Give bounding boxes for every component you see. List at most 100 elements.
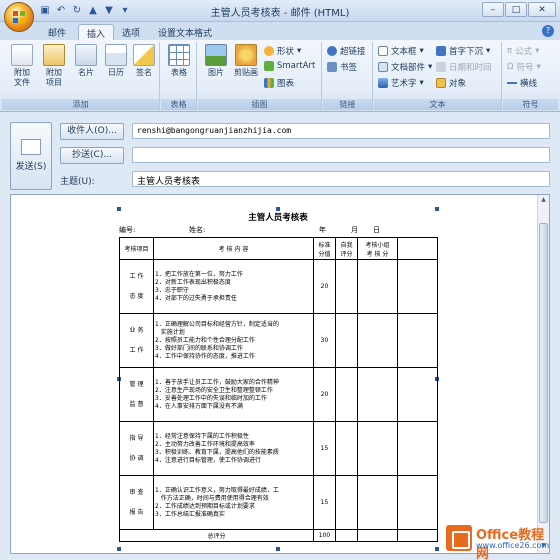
row-self-score[interactable]	[335, 313, 358, 368]
row-category: 管 理 监 督	[119, 367, 154, 422]
smartart-icon	[264, 61, 274, 71]
subject-field[interactable]: 主管人员考核表	[132, 171, 550, 187]
date-time-button[interactable]: 日期和时间	[436, 61, 492, 73]
business-card-button[interactable]: 名片	[70, 44, 102, 78]
horizontal-line-button[interactable]: 横线	[507, 77, 537, 89]
row-group-score[interactable]	[357, 421, 398, 476]
subject-label: 主题(U):	[60, 177, 95, 187]
row-blank	[397, 475, 438, 530]
business-card-icon	[75, 44, 97, 66]
equation-button[interactable]: π 公式 ▾	[507, 45, 539, 57]
symbol-button[interactable]: Ω 符号 ▾	[507, 61, 541, 73]
office-button[interactable]	[4, 2, 34, 32]
object-icon	[436, 78, 446, 88]
total-group-score[interactable]	[357, 529, 398, 542]
send-button[interactable]: 发送(S)	[10, 122, 52, 190]
table-row: 指 导 协 调 1．经常注意保持下属的工作积极性 2．主动努力改善工作环境和提高…	[119, 421, 438, 476]
row-group-score[interactable]	[357, 313, 398, 368]
message-body[interactable]: ▲ ▼ 主管人员考核表 编号: 姓名: 年 月 日 考核项目 考 核 内 容 标…	[10, 194, 550, 554]
group-links: 超链接 书签 链接	[323, 42, 373, 110]
group-symbols: π 公式 ▾ Ω 符号 ▾ 横线 符号	[503, 42, 558, 110]
group-text: 文本框 ▾ 文档部件 ▾ 艺术字 ▾ 首字下沉 ▾ 日期和时间 对象 文本	[374, 42, 502, 110]
chart-button[interactable]: 图表	[264, 77, 294, 89]
scroll-up-icon[interactable]: ▲	[539, 196, 548, 206]
to-button[interactable]: 收件人(O)...	[60, 123, 124, 140]
row-self-score[interactable]	[335, 259, 358, 314]
signature-button[interactable]: 签名	[128, 44, 160, 78]
header-self-score: 自我 评分	[335, 237, 358, 260]
tab-options[interactable]: 选项	[114, 24, 148, 40]
drop-cap-button[interactable]: 首字下沉 ▾	[436, 45, 490, 57]
minimize-button[interactable]: –	[482, 2, 504, 17]
row-group-score[interactable]	[357, 259, 398, 314]
text-box-button[interactable]: 文本框 ▾	[378, 45, 424, 57]
watermark: Office教程网 www.office26.com	[446, 523, 556, 560]
total-row: 总评分 100	[119, 529, 438, 542]
total-value: 100	[313, 529, 336, 542]
row-blank	[397, 313, 438, 368]
message-header: 发送(S) 收件人(O)... renshi@bangongruanjianzh…	[0, 112, 560, 194]
wordart-button[interactable]: 艺术字 ▾	[378, 77, 424, 89]
resize-handle[interactable]	[117, 547, 121, 551]
hyperlink-button[interactable]: 超链接	[327, 45, 366, 57]
header-standard: 标准 分值	[313, 237, 336, 260]
attach-item-button[interactable]: 附加 项目	[38, 44, 70, 88]
header-content: 考 核 内 容	[153, 237, 314, 260]
shapes-button[interactable]: 形状 ▾	[264, 45, 301, 57]
to-field[interactable]: renshi@bangongruanjianzhijia.com	[132, 123, 550, 139]
window-controls: – □ ✕	[482, 2, 556, 17]
row-standard: 15	[313, 475, 336, 530]
signature-icon	[133, 44, 155, 66]
tab-format-text[interactable]: 设置文本格式	[150, 24, 220, 40]
picture-button[interactable]: 图片	[200, 44, 232, 78]
total-self-score[interactable]	[335, 529, 358, 542]
meta-code: 编号:	[119, 226, 136, 234]
date-time-icon	[436, 62, 446, 72]
clip-art-button[interactable]: 剪贴画	[230, 44, 262, 78]
close-button[interactable]: ✕	[528, 2, 556, 17]
smartart-button[interactable]: SmartArt	[264, 61, 315, 71]
resize-handle[interactable]	[276, 547, 280, 551]
row-items: 1．经常注意保持下属的工作积极性 2．主动努力改善工作环境和提高效率 3．积极训…	[153, 421, 314, 476]
watermark-url: www.office26.com	[476, 541, 550, 550]
group-label-tables: 表格	[161, 99, 196, 110]
row-category: 审 查 报 告	[119, 475, 154, 530]
tab-insert[interactable]: 插入	[78, 24, 115, 40]
cc-button[interactable]: 抄送(C)...	[60, 147, 124, 164]
table-row: 审 查 报 告 1．正确认识工作意义，努力取得最好成绩．工 作方法正确，时间与费…	[119, 475, 438, 530]
scrollbar-thumb[interactable]	[539, 223, 548, 523]
office-logo-icon	[13, 11, 25, 23]
cc-field[interactable]	[132, 147, 550, 163]
text-box-icon	[378, 46, 388, 56]
row-standard: 20	[313, 259, 336, 314]
table-button[interactable]: 表格	[163, 44, 195, 78]
maximize-button[interactable]: □	[505, 2, 527, 17]
group-label-illustrations: 插图	[198, 99, 321, 110]
quick-parts-button[interactable]: 文档部件 ▾	[378, 61, 432, 73]
row-blank	[397, 421, 438, 476]
attach-file-button[interactable]: 附加 文件	[6, 44, 38, 88]
vertical-scrollbar[interactable]: ▲ ▼	[537, 195, 549, 553]
title-bar: ▣ ↶ ↻ ▲ ▼ ▾ 主管人员考核表 - 邮件 (HTML) – □ ✕	[0, 0, 560, 32]
resize-handle[interactable]	[435, 547, 439, 551]
tab-mail[interactable]: 邮件	[40, 24, 74, 40]
row-group-score[interactable]	[357, 475, 398, 530]
row-self-score[interactable]	[335, 367, 358, 422]
row-blank	[397, 367, 438, 422]
row-group-score[interactable]	[357, 367, 398, 422]
help-icon[interactable]: ?	[542, 25, 554, 37]
row-self-score[interactable]	[335, 475, 358, 530]
group-label-symbols: 符号	[503, 99, 558, 110]
object-button[interactable]: 对象	[436, 77, 466, 89]
row-self-score[interactable]	[335, 421, 358, 476]
total-label: 总评分	[119, 529, 314, 542]
document-title: 主管人员考核表	[248, 213, 308, 223]
group-label-add: 添加	[2, 99, 159, 110]
office-logo-icon	[446, 525, 472, 551]
table-row: 业 务 工 作 1．正确理解公司目标和经营方针，制定适当的 实施计划 2．按照员…	[119, 313, 438, 368]
omega-icon: Ω	[507, 62, 514, 72]
pi-icon: π	[507, 46, 513, 56]
bookmark-button[interactable]: 书签	[327, 61, 357, 73]
embedded-document[interactable]: 主管人员考核表 编号: 姓名: 年 月 日 考核项目 考 核 内 容 标准 分值…	[117, 207, 439, 551]
hyperlink-icon	[327, 46, 337, 56]
